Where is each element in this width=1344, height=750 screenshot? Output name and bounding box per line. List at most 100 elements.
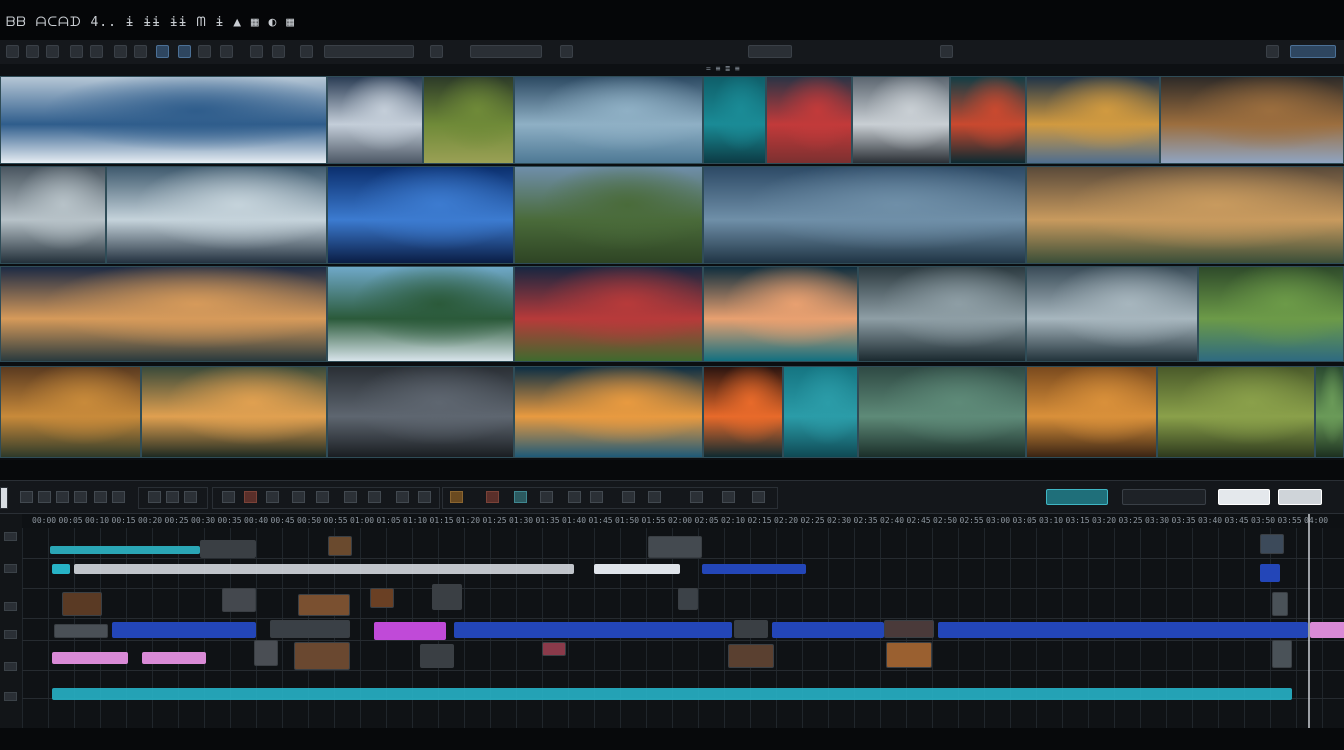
preset-menu[interactable] (748, 45, 792, 58)
video-clip[interactable] (594, 564, 680, 574)
media-thumb-grass-hills[interactable] (423, 76, 514, 164)
media-thumb-coast-white[interactable] (327, 266, 514, 362)
record-icon[interactable] (156, 45, 169, 58)
slip-tool-icon[interactable] (74, 491, 87, 503)
clip-thumbnail[interactable] (432, 584, 462, 610)
media-thumb-red-flowers[interactable] (514, 266, 703, 362)
clip-thumbnail[interactable] (294, 642, 350, 670)
audio-clip[interactable] (52, 688, 1292, 700)
media-thumb-amber-sky[interactable] (1160, 76, 1344, 164)
text-tool-icon[interactable] (590, 491, 603, 503)
transition-icon[interactable] (450, 491, 463, 503)
mask-icon[interactable] (540, 491, 553, 503)
settings-icon[interactable] (560, 45, 573, 58)
roll-icon[interactable] (316, 491, 329, 503)
speed-icon[interactable] (344, 491, 357, 503)
clip-thumbnail[interactable] (328, 536, 352, 556)
hand-tool-icon[interactable] (94, 491, 107, 503)
crop-icon[interactable] (648, 491, 661, 503)
audio-icon[interactable] (430, 45, 443, 58)
track-a1-toggle[interactable] (4, 662, 17, 671)
stabilize-icon[interactable] (568, 491, 581, 503)
audio-level-icon[interactable] (396, 491, 409, 503)
copy-icon[interactable] (134, 45, 147, 58)
panel-toggle-icon[interactable] (0, 487, 8, 509)
video-clip[interactable] (112, 622, 256, 638)
media-thumb-green-edge[interactable] (1315, 366, 1344, 458)
marker-add-icon[interactable] (266, 491, 279, 503)
clip-thumbnail[interactable] (420, 644, 454, 668)
playhead[interactable] (1308, 514, 1310, 728)
zoom-tool-icon[interactable] (112, 491, 125, 503)
media-thumb-glow-water[interactable] (703, 266, 858, 362)
track-v2-toggle[interactable] (4, 564, 17, 573)
clip-thumbnail[interactable] (1260, 534, 1284, 554)
clip-thumbnail[interactable] (222, 588, 256, 612)
render-button[interactable] (1290, 45, 1336, 58)
zoom-slider[interactable] (470, 45, 542, 58)
clip-thumbnail[interactable] (370, 588, 394, 608)
video-clip[interactable] (50, 546, 200, 554)
clip-thumbnail[interactable] (200, 540, 256, 558)
audio-fx-icon[interactable] (690, 491, 703, 503)
panel-divider[interactable] (0, 460, 1344, 480)
timeline-ruler[interactable]: 00:00 00:05 00:10 00:15 00:20 00:25 00:30 00:35… (22, 514, 1344, 529)
grid-view-icon[interactable] (198, 45, 211, 58)
track-v4-toggle[interactable] (4, 630, 17, 639)
freeze-icon[interactable] (368, 491, 381, 503)
media-thumb-ice-ridges[interactable] (1026, 266, 1198, 362)
video-clip[interactable] (74, 564, 574, 574)
audio-clip[interactable] (52, 652, 128, 664)
timeline-tracks[interactable] (22, 528, 1344, 728)
list-view-icon[interactable] (220, 45, 233, 58)
track-a2-toggle[interactable] (4, 692, 17, 701)
color-icon[interactable] (178, 45, 191, 58)
mute-icon[interactable] (418, 491, 431, 503)
export-icon[interactable] (1266, 45, 1279, 58)
clip-thumbnail[interactable] (62, 592, 102, 616)
flag-icon[interactable] (244, 491, 257, 503)
trim-tool-icon[interactable] (56, 491, 69, 503)
clip-thumbnail[interactable] (886, 642, 932, 668)
select-tool-icon[interactable] (20, 491, 33, 503)
marker-icon[interactable] (250, 45, 263, 58)
ripple-icon[interactable] (292, 491, 305, 503)
snap-icon[interactable] (300, 45, 313, 58)
media-thumb-red-coral[interactable] (766, 76, 852, 164)
video-clip[interactable] (938, 622, 1308, 638)
media-thumb-moon-lake[interactable] (0, 76, 327, 164)
clip-thumbnail[interactable] (542, 642, 566, 656)
media-thumb-cliff-wave[interactable] (327, 76, 423, 164)
media-thumb-rocky-coast[interactable] (0, 166, 106, 264)
media-thumb-teal-scene[interactable] (783, 366, 858, 458)
media-thumb-cloud-sea[interactable] (514, 76, 703, 164)
insert-icon[interactable] (148, 491, 161, 503)
video-clip[interactable] (1310, 622, 1344, 638)
media-thumb-golden-dunes[interactable] (1026, 76, 1160, 164)
open-icon[interactable] (26, 45, 39, 58)
render-preview-icon[interactable] (722, 491, 735, 503)
video-clip[interactable] (772, 622, 884, 638)
clip-thumbnail[interactable] (270, 620, 350, 638)
clip-thumbnail[interactable] (254, 640, 278, 666)
media-thumb-dusk-lake[interactable] (0, 266, 327, 362)
replace-icon[interactable] (184, 491, 197, 503)
media-thumb-meadow-rocks[interactable] (1157, 366, 1315, 458)
fullscreen-icon[interactable] (940, 45, 953, 58)
keyframe-icon[interactable] (622, 491, 635, 503)
media-thumb-autumn-hills[interactable] (0, 366, 141, 458)
media-thumb-blue-horizon[interactable] (327, 166, 514, 264)
clip-thumbnail[interactable] (728, 644, 774, 668)
media-thumb-red-reef[interactable] (950, 76, 1026, 164)
track-v3-toggle[interactable] (4, 602, 17, 611)
media-thumb-dark-clouds[interactable] (327, 366, 514, 458)
clip-thumbnail[interactable] (1272, 640, 1292, 668)
media-thumb-arctic-shore[interactable] (703, 166, 1026, 264)
lut-icon[interactable] (514, 491, 527, 503)
video-clip[interactable] (374, 622, 446, 640)
clip-thumbnail[interactable] (678, 588, 698, 610)
video-clip[interactable] (702, 564, 806, 574)
media-thumb-sandstone[interactable] (1026, 366, 1157, 458)
video-clip[interactable] (1260, 564, 1280, 582)
media-thumb-green-lagoon[interactable] (858, 366, 1026, 458)
